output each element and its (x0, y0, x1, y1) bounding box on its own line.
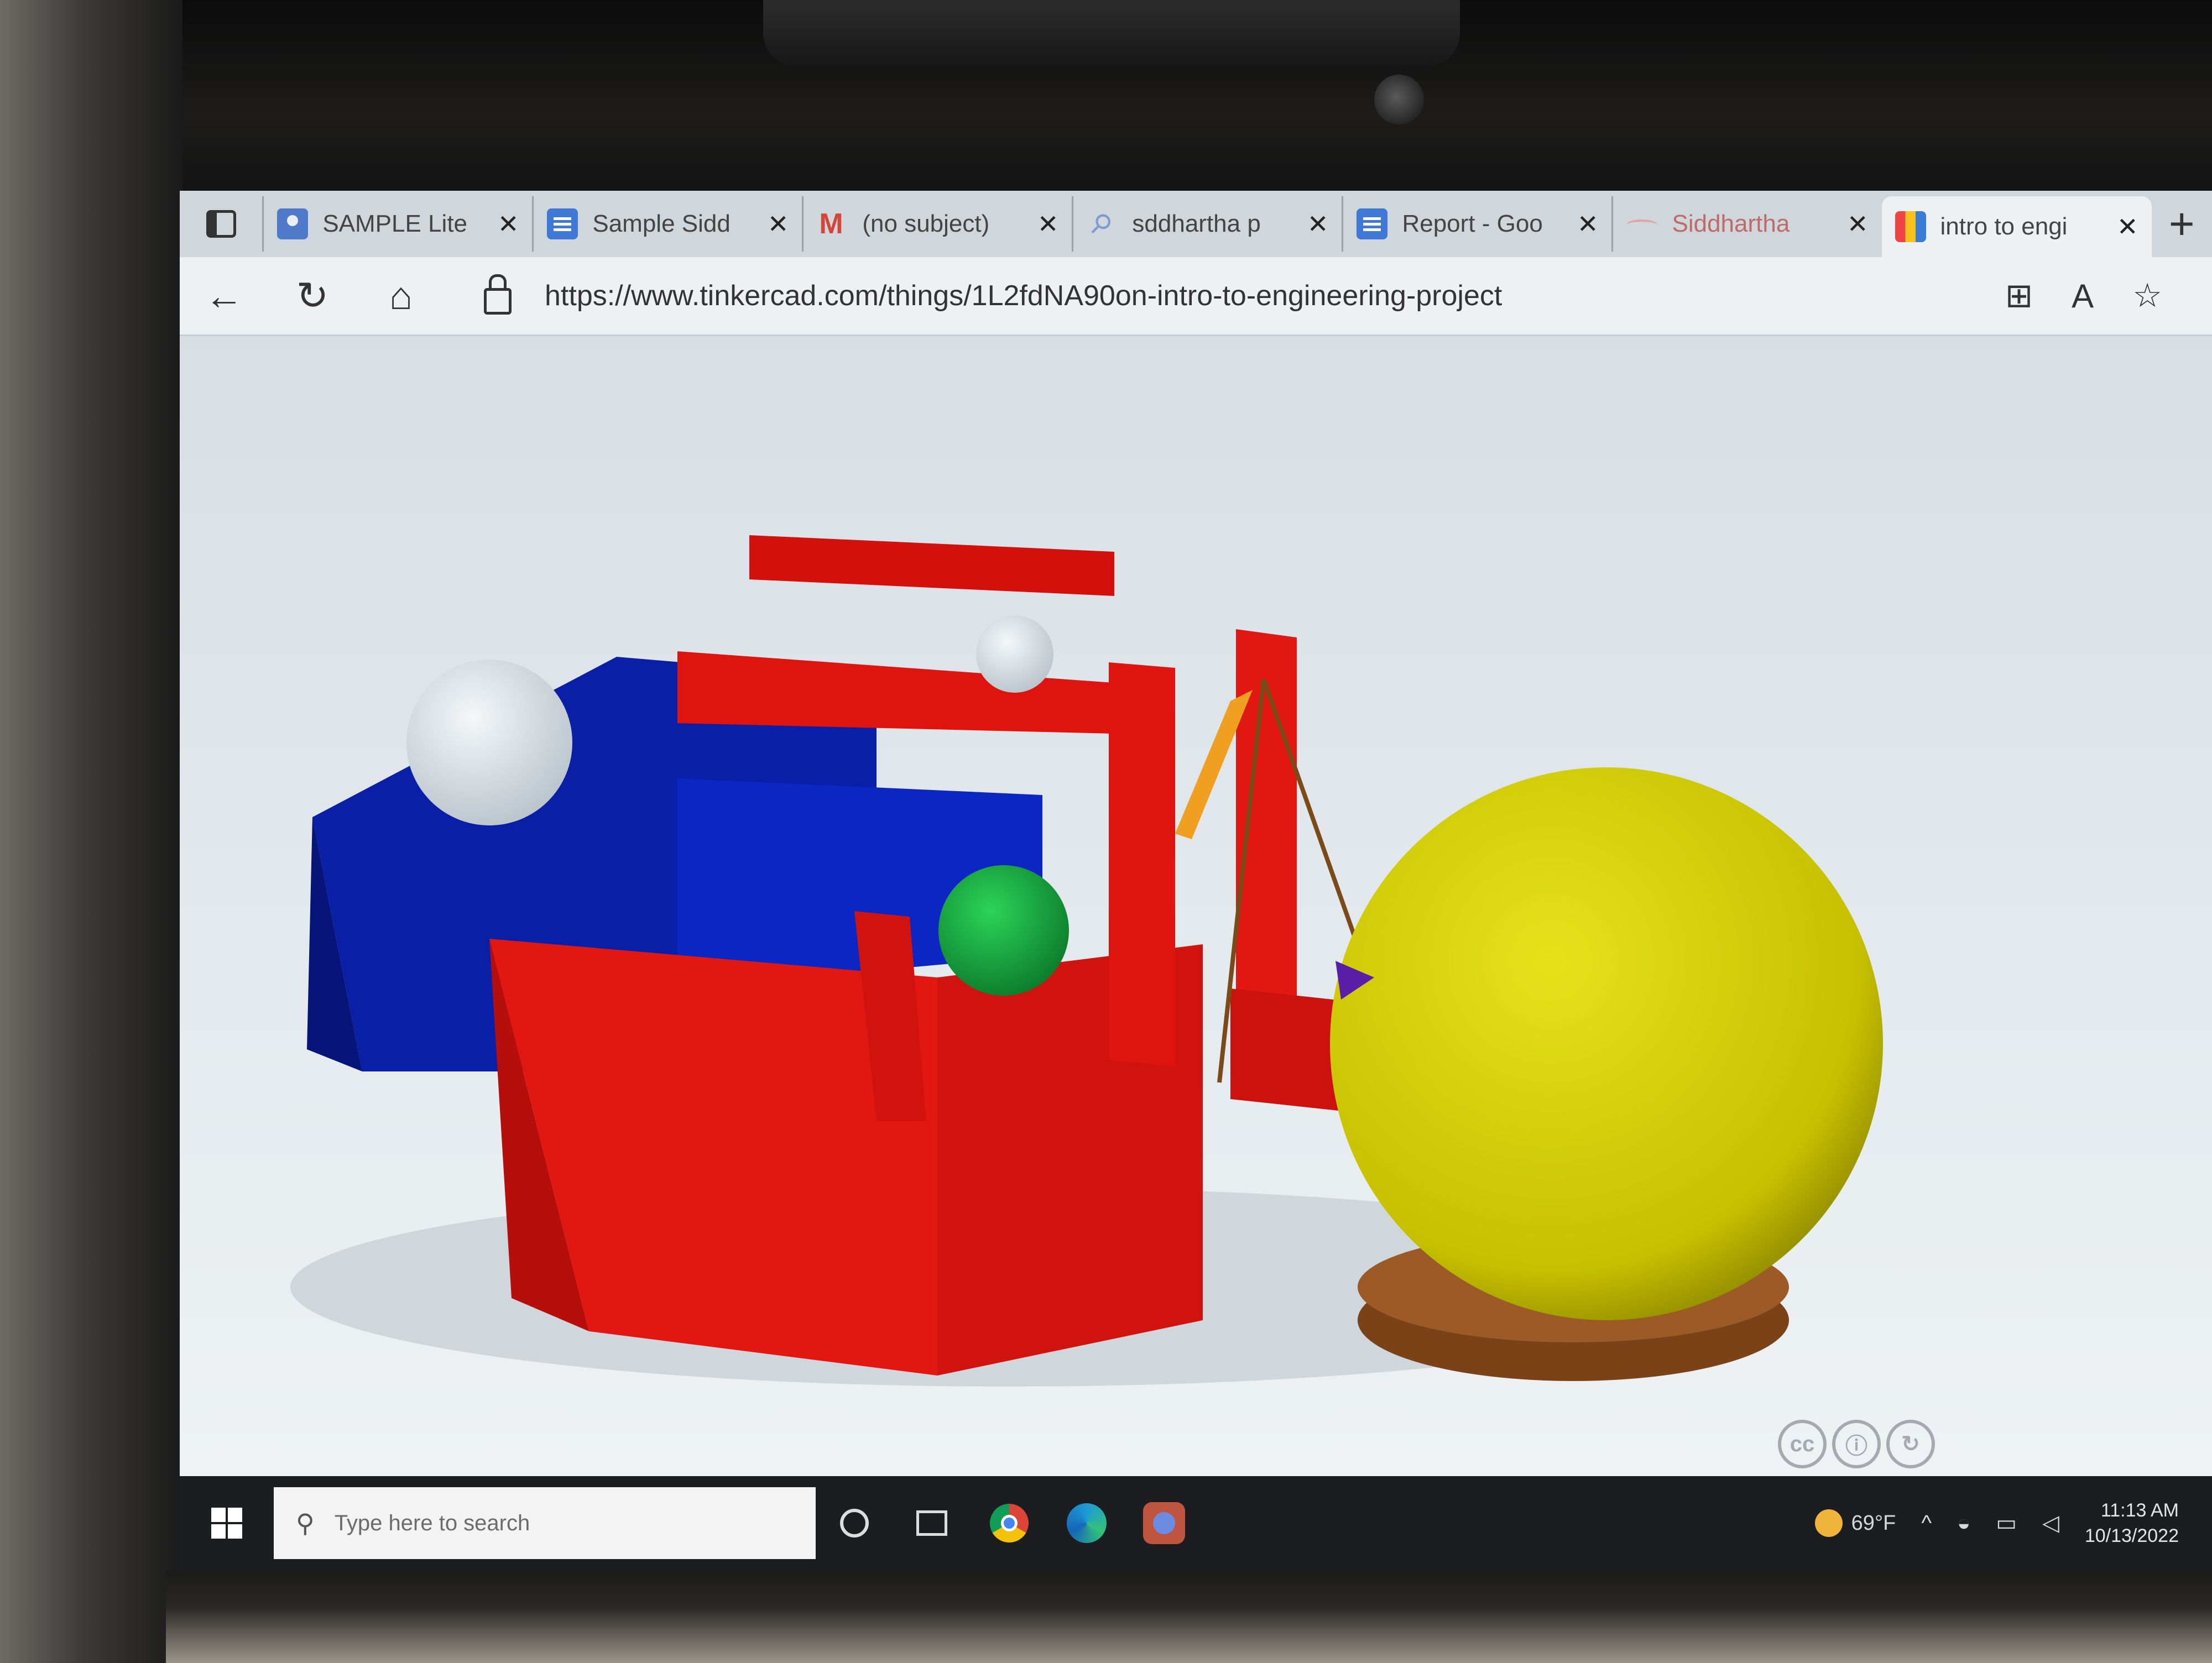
cortana-button[interactable] (816, 1476, 893, 1570)
sheet-icon (1626, 208, 1658, 239)
system-tray: 69°F ^ ◒ ▭ ◁ 11:13 AM 10/13/2022 (1814, 1498, 2179, 1549)
tab-strip: SAMPLE Lite ✕ Sample Sidd ✕ (no subject)… (180, 191, 2212, 257)
webcam (1374, 75, 1424, 124)
tab-intro-to-engineering[interactable]: intro to engi ✕ (1881, 196, 2152, 257)
clock[interactable]: 11:13 AM 10/13/2022 (2085, 1498, 2179, 1549)
photo-background-left (0, 0, 182, 1663)
clock-date: 10/13/2022 (2084, 1525, 2179, 1546)
weather-temp: 69°F (1851, 1511, 1896, 1535)
gmail-icon (817, 207, 848, 240)
url-text[interactable]: https://www.tinkercad.com/things/1L2fdNA… (545, 279, 1502, 312)
home-button[interactable]: ⌂ (357, 257, 445, 334)
read-aloud-icon[interactable]: A (2072, 277, 2094, 315)
reload-button[interactable]: ↻ (268, 257, 357, 334)
tab-title: sddhartha p (1132, 210, 1261, 237)
tab-title: SAMPLE Lite (322, 210, 468, 237)
green-ball (938, 865, 1069, 996)
close-icon[interactable]: ✕ (1307, 209, 1329, 239)
chrome-taskbar-button[interactable] (971, 1476, 1048, 1570)
cortana-icon (840, 1509, 869, 1538)
address-toolbar: ← ↻ ⌂ https://www.tinkercad.com/things/1… (180, 257, 2212, 336)
white-ball-large (406, 660, 572, 825)
volume-icon[interactable]: ◁ (2042, 1510, 2059, 1536)
search-placeholder: Type here to search (334, 1510, 530, 1535)
contacts-icon (277, 208, 309, 239)
attribution-icon: ⓘ (1832, 1420, 1881, 1468)
3d-model-scene[interactable] (180, 336, 2212, 1476)
tinkercad-icon (1895, 211, 1926, 242)
model-viewer[interactable]: cc ⓘ ↻ (180, 336, 2212, 1476)
network-icon[interactable]: ◒ (1957, 1511, 1970, 1536)
battery-icon[interactable]: ▭ (1996, 1510, 2017, 1536)
tab-siddhartha[interactable]: Siddhartha ✕ (1611, 196, 1881, 252)
red-post-left (1109, 662, 1175, 1066)
tab-actions-button[interactable] (180, 191, 262, 257)
back-button[interactable]: ← (180, 257, 268, 334)
search-icon (1087, 208, 1118, 239)
tab-title: Sample Sidd (592, 210, 731, 237)
tab-title: Report - Goo (1402, 210, 1543, 237)
docs-icon (547, 208, 578, 239)
start-button[interactable] (180, 1508, 274, 1539)
white-ball-small (976, 615, 1053, 693)
task-view-button[interactable] (893, 1476, 971, 1570)
close-icon[interactable]: ✕ (498, 209, 519, 239)
clock-time: 11:13 AM (2100, 1500, 2179, 1521)
taskbar-search[interactable]: ⚲ Type here to search (274, 1487, 816, 1559)
weather-icon (1814, 1509, 1843, 1537)
tab-sample-sidd[interactable]: Sample Sidd ✕ (532, 196, 802, 252)
address-bar[interactable]: https://www.tinkercad.com/things/1L2fdNA… (462, 263, 1989, 329)
tab-title: Siddhartha (1672, 210, 1790, 237)
share-alike-icon: ↻ (1886, 1420, 1935, 1468)
license-badges: cc ⓘ ↻ (1778, 1420, 1935, 1468)
windows-icon (211, 1508, 242, 1539)
edge-icon (1067, 1503, 1107, 1543)
app-icon (1143, 1502, 1185, 1544)
tab-title: (no subject) (862, 210, 990, 237)
task-view-icon (916, 1510, 947, 1536)
windows-taskbar: ⚲ Type here to search 69°F ^ ◒ ▭ ◁ 11:13… (180, 1476, 2212, 1570)
tab-title: intro to engi (1940, 213, 2068, 240)
search-icon: ⚲ (296, 1509, 315, 1538)
tab-sample-lite[interactable]: SAMPLE Lite ✕ (262, 196, 532, 252)
tab-no-subject[interactable]: (no subject) ✕ (802, 196, 1072, 252)
cc-icon: cc (1778, 1420, 1827, 1468)
tab-search[interactable]: sddhartha p ✕ (1072, 196, 1342, 252)
close-icon[interactable]: ✕ (1037, 209, 1059, 239)
laptop-screen: SAMPLE Lite ✕ Sample Sidd ✕ (no subject)… (180, 191, 2212, 1570)
edge-taskbar-button[interactable] (1048, 1476, 1125, 1570)
red-back-wall (677, 651, 1136, 734)
close-icon[interactable]: ✕ (2117, 212, 2138, 242)
chevron-up-icon[interactable]: ^ (1921, 1511, 1932, 1536)
yellow-sphere (1330, 767, 1883, 1320)
laptop-bezel-bottom (166, 1570, 2212, 1663)
tab-actions-icon (206, 210, 236, 238)
chrome-icon (990, 1504, 1029, 1542)
app-taskbar-button[interactable] (1125, 1476, 1203, 1570)
favorites-icon[interactable]: ☆ (2132, 276, 2162, 315)
tab-report[interactable]: Report - Goo ✕ (1342, 196, 1611, 252)
red-top-rail (749, 535, 1114, 596)
lock-icon[interactable] (484, 274, 512, 315)
split-screen-icon[interactable]: ⊞ (2005, 276, 2033, 315)
docs-icon (1357, 208, 1388, 239)
weather-widget[interactable]: 69°F (1814, 1509, 1896, 1537)
keyboard-reflection (763, 0, 1460, 66)
new-tab-button[interactable]: + (2152, 191, 2212, 257)
close-icon[interactable]: ✕ (1847, 209, 1869, 239)
close-icon[interactable]: ✕ (1577, 209, 1599, 239)
close-icon[interactable]: ✕ (768, 209, 789, 239)
